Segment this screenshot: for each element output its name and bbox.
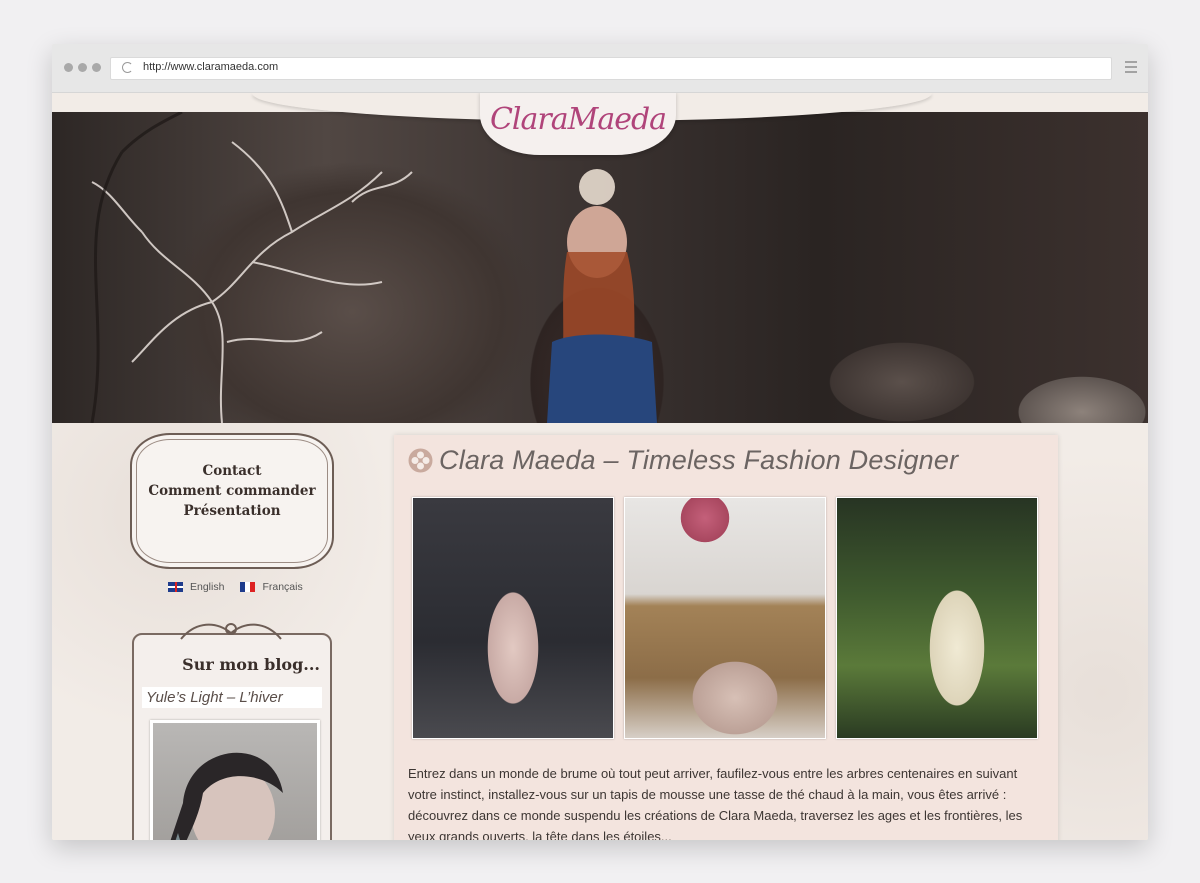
gallery-photo[interactable] [412, 497, 614, 739]
tree-illustration [90, 112, 657, 423]
address-bar[interactable]: http://www.claramaeda.com [110, 57, 1112, 80]
menu-frame: Contact Comment commander Présentation [130, 433, 334, 569]
sidebar: Contact Comment commander Présentation E… [130, 433, 334, 840]
language-switcher: English Français [168, 581, 319, 593]
browser-window: http://www.claramaeda.com ClaraMaeda Con… [52, 44, 1148, 840]
ornament-icon [180, 623, 282, 640]
intro-paragraph: Entrez dans un monde de brume où tout pe… [408, 766, 1023, 840]
flower-icon [408, 448, 433, 473]
france-flag-icon [240, 582, 256, 592]
hamburger-menu-icon[interactable] [1125, 61, 1137, 76]
menu-item-contact[interactable]: Contact [132, 461, 332, 481]
language-english[interactable]: English [168, 581, 224, 593]
page-title-text: Clara Maeda – Timeless Fashion Designer [439, 445, 959, 475]
blog-post-image[interactable] [150, 720, 320, 840]
main-content: Clara Maeda – Timeless Fashion Designer … [394, 435, 1058, 840]
menu-item-comment-commander[interactable]: Comment commander [132, 481, 332, 501]
gallery-photo[interactable] [624, 497, 826, 739]
main-menu: Contact Comment commander Présentation [132, 461, 332, 521]
blog-widget: Sur mon blog... Yule’s Light – L’hiver [132, 623, 332, 840]
blog-heading: Sur mon blog... [182, 655, 320, 674]
gallery [412, 497, 1038, 739]
menu-item-presentation[interactable]: Présentation [132, 501, 332, 521]
browser-toolbar: http://www.claramaeda.com [52, 44, 1148, 93]
language-english-label: English [190, 581, 225, 593]
reload-icon[interactable] [122, 62, 133, 73]
uk-flag-icon [168, 582, 183, 592]
language-french[interactable]: Français [240, 581, 303, 593]
site-logo[interactable]: ClaraMaeda [480, 93, 676, 155]
hero-banner [52, 112, 1148, 423]
url-text[interactable]: http://www.claramaeda.com [143, 61, 278, 73]
language-french-label: Français [262, 581, 303, 593]
page-title: Clara Maeda – Timeless Fashion Designer [408, 445, 958, 476]
window-controls[interactable] [64, 63, 101, 72]
web-page: ClaraMaeda Contact Comment commander Pré… [52, 93, 1148, 840]
logo-text: ClaraMaeda [489, 102, 667, 137]
blog-post-title[interactable]: Yule’s Light – L’hiver [142, 687, 322, 708]
gallery-photo[interactable] [836, 497, 1038, 739]
